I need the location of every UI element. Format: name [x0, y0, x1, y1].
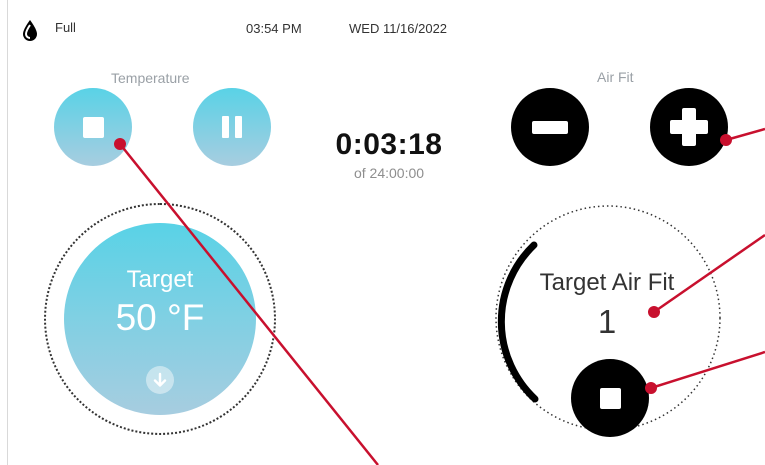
annotation-dot	[648, 306, 660, 318]
annotation-dot	[114, 138, 126, 150]
annotation-overlay	[114, 127, 765, 465]
annotation-dot	[720, 134, 732, 146]
annotation-dot	[645, 382, 657, 394]
